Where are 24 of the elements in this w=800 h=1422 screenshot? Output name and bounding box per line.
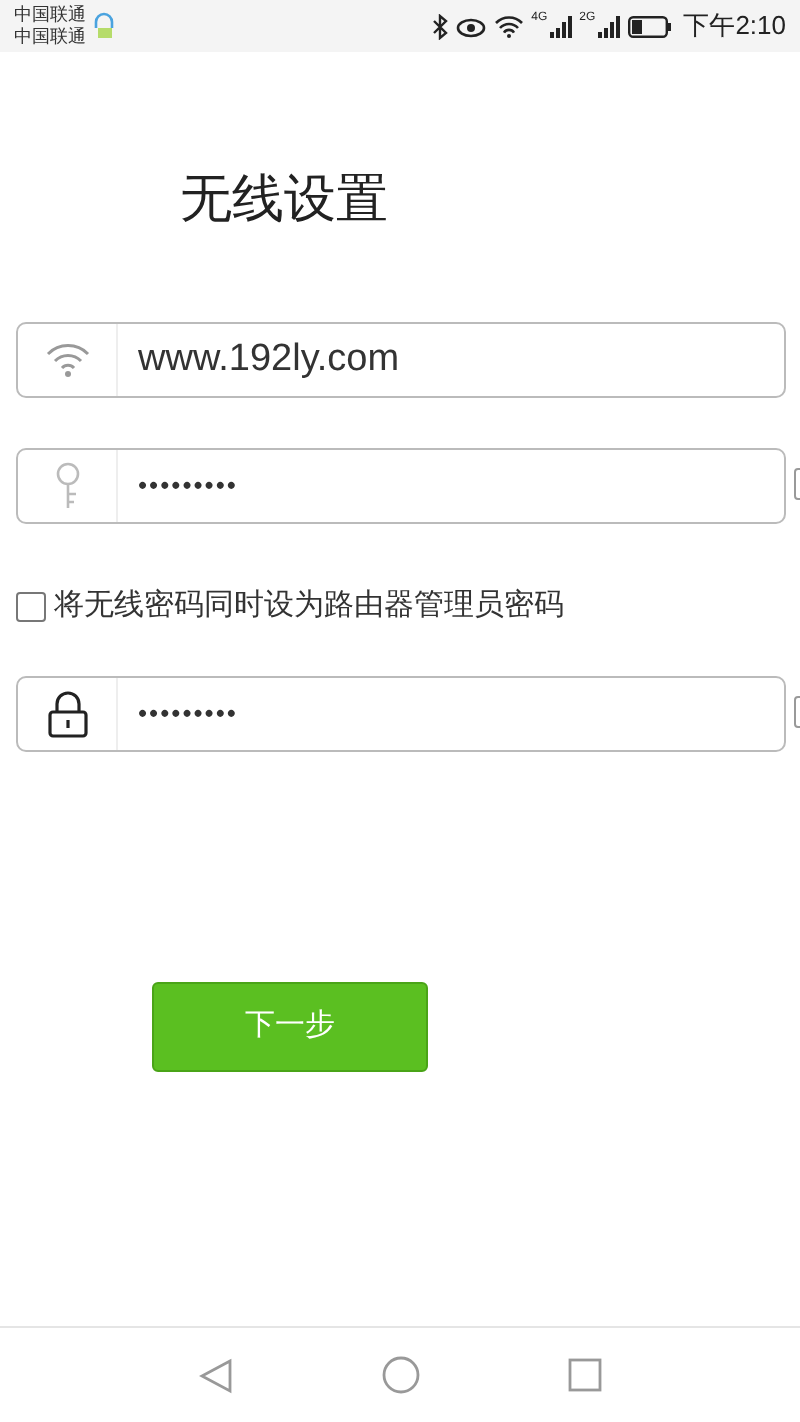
home-icon[interactable] [382,1356,420,1394]
checkbox[interactable] [16,591,46,622]
page-title: 无线设置 [180,168,388,228]
bluetooth-icon [431,13,448,39]
carrier-name: 中国联通 [14,4,86,26]
signal-icon [549,15,572,37]
input-field[interactable]: ••••••••• [16,448,786,524]
field-value: ••••••••• [136,468,238,505]
field-value: ••••••••• [136,695,238,732]
wifi-icon [45,342,89,378]
wifi-icon [493,14,524,38]
input-field[interactable]: www.192ly.com [16,322,786,398]
lock-icon [47,689,87,737]
key-icon [53,462,81,510]
carrier-name: 中国联通 [14,26,86,48]
checkbox-label: 将无线密码同时设为路由器管理员密码 [54,586,564,626]
back-icon[interactable] [198,1357,234,1393]
input-field[interactable]: ••••••••• [16,675,786,751]
signal-icon [597,15,620,37]
battery-icon [627,15,672,37]
clock-time: 下午2:10 [683,8,786,45]
field-value: www.192ly.com [136,335,400,384]
eye-icon [455,15,486,37]
recents-icon[interactable] [568,1358,602,1392]
